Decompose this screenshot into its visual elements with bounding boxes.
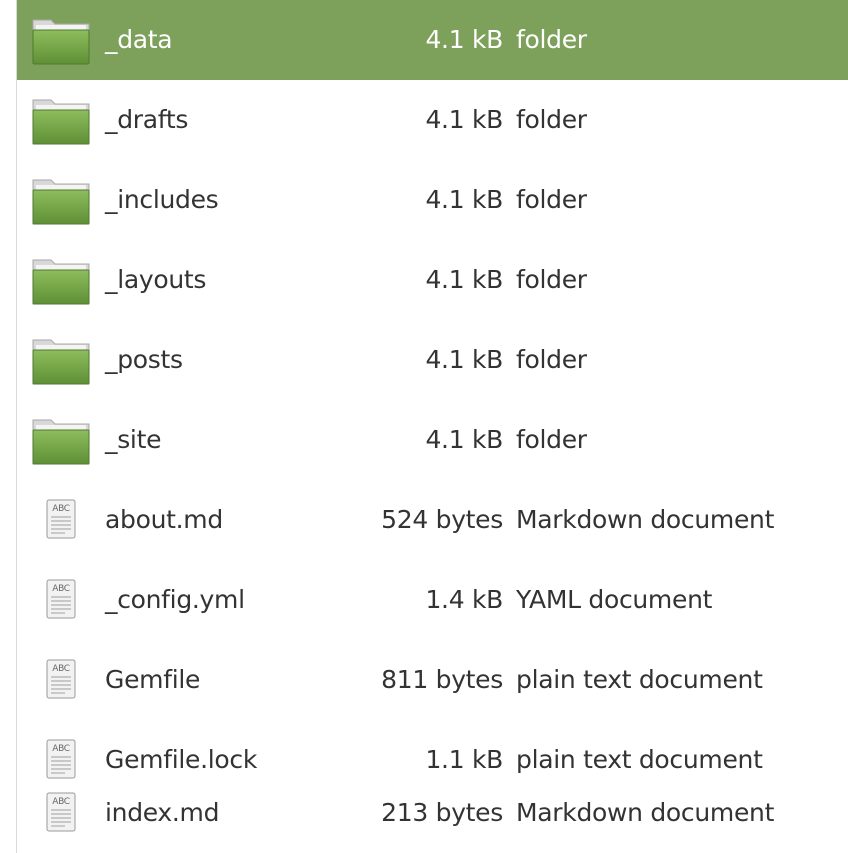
file-row-data[interactable]: _data 4.1 kB folder [17,0,848,80]
file-size: 4.1 kB [425,345,503,374]
file-name: _data [105,25,173,54]
folder-icon [27,80,95,160]
file-size: 811 bytes [381,665,503,694]
file-row-layouts[interactable]: _layouts 4.1 kB folder [17,240,848,320]
file-row-config-yml[interactable]: ABC _config.yml 1.4 kB YAML document [17,560,848,640]
folder-icon [27,160,95,240]
file-row-posts[interactable]: _posts 4.1 kB folder [17,320,848,400]
file-type: Markdown document [516,505,775,534]
file-size: 524 bytes [381,505,503,534]
file-row-drafts[interactable]: _drafts 4.1 kB folder [17,80,848,160]
file-size: 4.1 kB [425,425,503,454]
file-row-about-md[interactable]: ABC about.md 524 bytes Markdown document [17,480,848,560]
folder-icon [27,0,95,80]
file-size: 1.4 kB [425,585,503,614]
file-name: _drafts [105,105,189,134]
icon-label: ABC [52,744,70,754]
file-row-index-md[interactable]: ABC index.md 213 bytes Markdown document [17,773,848,853]
file-name: about.md [105,505,223,534]
file-row-includes[interactable]: _includes 4.1 kB folder [17,160,848,240]
folder-icon [27,320,95,400]
file-type: folder [516,345,587,374]
file-size: 213 bytes [381,798,503,827]
file-size: 4.1 kB [425,25,503,54]
file-type: plain text document [516,665,763,694]
file-list: _data 4.1 kB folder _drafts 4.1 kB folde… [16,0,848,853]
file-row-site[interactable]: _site 4.1 kB folder [17,400,848,480]
icon-label: ABC [52,584,70,594]
text-document-icon: ABC [27,640,95,720]
file-type: folder [516,265,587,294]
text-document-icon: ABC [27,773,95,853]
file-name: _includes [105,185,219,214]
file-name: Gemfile [105,665,201,694]
file-row-gemfile[interactable]: ABC Gemfile 811 bytes plain text documen… [17,640,848,720]
icon-label: ABC [52,664,70,674]
file-name: _layouts [105,265,207,294]
icon-label: ABC [52,797,70,807]
file-name: _site [105,425,162,454]
file-name: index.md [105,798,220,827]
text-document-icon: ABC [27,480,95,560]
file-type: folder [516,25,587,54]
file-type: folder [516,185,587,214]
file-type: Markdown document [516,798,775,827]
file-size: 4.1 kB [425,185,503,214]
file-size: 4.1 kB [425,265,503,294]
file-name: _config.yml [105,585,245,614]
file-type: folder [516,425,587,454]
file-type: folder [516,105,587,134]
file-name: _posts [105,345,183,374]
folder-icon [27,400,95,480]
text-document-icon: ABC [27,560,95,640]
icon-label: ABC [52,504,70,514]
folder-icon [27,240,95,320]
file-size: 4.1 kB [425,105,503,134]
file-type: YAML document [516,585,713,614]
